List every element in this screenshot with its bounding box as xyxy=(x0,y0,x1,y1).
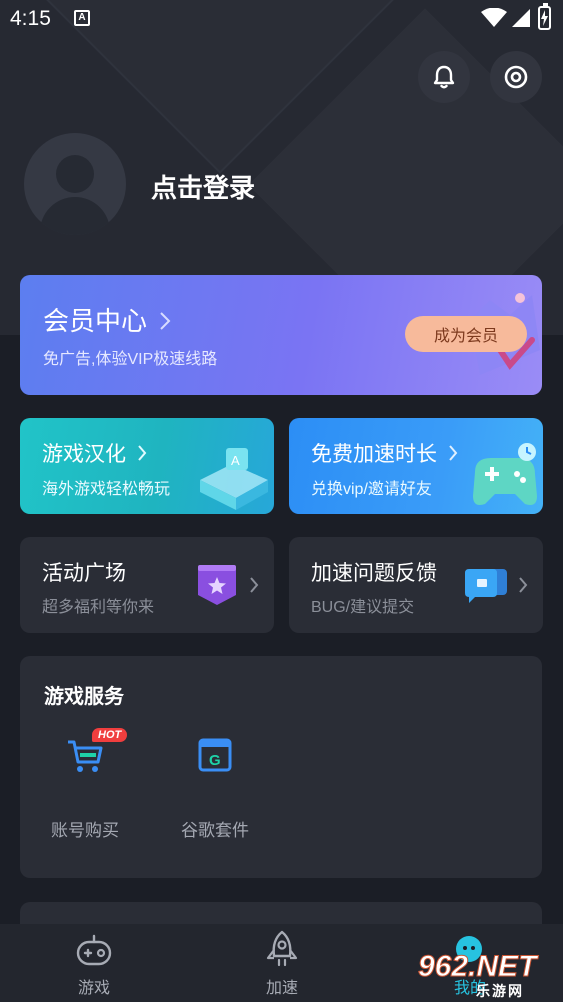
status-time: 4:15 xyxy=(10,7,51,30)
login-link[interactable]: 点击登录 xyxy=(151,168,255,205)
status-bar: 4:15 A xyxy=(0,0,563,38)
settings-button[interactable] xyxy=(490,51,542,103)
cart-icon xyxy=(68,740,103,772)
nav-label: 加速 xyxy=(265,980,298,997)
game-localization-card[interactable]: 游戏汉化 海外游戏轻松畅玩 A xyxy=(20,418,274,514)
card-title: 免费加速时长 xyxy=(311,438,459,468)
service-label: 谷歌套件 xyxy=(181,821,249,840)
service-google-suite[interactable]: G 谷歌套件 xyxy=(160,738,270,854)
card-title: 加速问题反馈 xyxy=(311,562,437,585)
bell-icon xyxy=(433,65,455,89)
google-suite-icon: G xyxy=(198,738,232,772)
chevron-right-icon xyxy=(519,577,528,593)
card-subtitle: 兑换vip/邀请好友 xyxy=(311,481,432,498)
app-notification-icon: A xyxy=(74,10,90,26)
free-acceleration-card[interactable]: 免费加速时长 兑换vip/邀请好友 xyxy=(289,418,543,514)
card-title: 活动广场 xyxy=(42,562,126,585)
nav-label: 游戏 xyxy=(77,980,110,997)
section-title: 游戏服务 xyxy=(44,686,124,708)
chevron-right-icon xyxy=(449,445,458,461)
game-services-panel: 游戏服务 HOT 账号购买 G 谷歌套件 xyxy=(20,656,542,878)
tab-games[interactable]: 游戏 xyxy=(0,924,188,1002)
star-banner-icon xyxy=(198,565,236,605)
watermark-brand: 962.NET xyxy=(417,950,537,984)
chevron-right-icon xyxy=(160,312,171,330)
rocket-icon xyxy=(266,930,298,967)
watermark-logo: 962.NET 乐游网 xyxy=(417,950,537,1000)
activity-plaza-card[interactable]: 活动广场 超多福利等你来 xyxy=(20,537,274,633)
avatar-body xyxy=(40,197,110,235)
card-subtitle: BUG/建议提交 xyxy=(311,599,415,616)
svg-text:A: A xyxy=(231,453,240,468)
wifi-icon xyxy=(481,8,507,27)
service-account-purchase[interactable]: HOT 账号购买 xyxy=(30,728,140,854)
service-label: 账号购买 xyxy=(51,821,119,840)
tab-accelerate[interactable]: 加速 xyxy=(188,924,376,1002)
gamepad-icon xyxy=(76,934,112,966)
card-subtitle: 海外游戏轻松畅玩 xyxy=(42,481,171,498)
translation-box-icon: A xyxy=(200,448,268,510)
signal-icon xyxy=(512,9,530,27)
chevron-right-icon xyxy=(250,577,259,593)
battery-icon xyxy=(538,3,551,30)
vip-center-card[interactable]: 会员中心 免广告,体验VIP极速线路 成为会员 xyxy=(20,275,542,395)
feedback-card[interactable]: 加速问题反馈 BUG/建议提交 xyxy=(289,537,543,633)
chevron-right-icon xyxy=(138,445,147,461)
card-title: 游戏汉化 xyxy=(42,438,148,468)
hot-badge: HOT xyxy=(92,728,128,742)
gear-icon xyxy=(504,65,528,89)
vip-subtitle: 免广告,体验VIP极速线路 xyxy=(43,351,218,368)
gamepad-clock-icon xyxy=(473,443,537,505)
notification-button[interactable] xyxy=(418,51,470,103)
vip-title: 会员中心 xyxy=(43,301,172,338)
svg-text:G: G xyxy=(209,752,221,769)
feedback-chat-icon xyxy=(465,569,507,603)
become-member-button[interactable]: 成为会员 xyxy=(405,316,527,352)
avatar-head xyxy=(56,155,94,193)
watermark-sub: 乐游网 xyxy=(476,983,524,999)
card-subtitle: 超多福利等你来 xyxy=(42,599,155,616)
avatar[interactable] xyxy=(24,133,126,235)
